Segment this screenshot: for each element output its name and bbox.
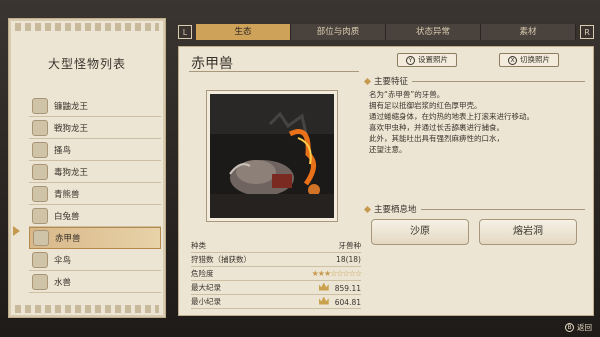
stat-value: 牙兽种 [338, 241, 362, 250]
description-line: 此外，其能吐出具有强烈麻痹性的口水， [369, 134, 504, 143]
monster-list-label: 搔鸟 [54, 145, 72, 156]
stat-value-wrap: 604.81 [318, 296, 361, 307]
habitat-title: 主要栖息地 [374, 205, 417, 215]
monster-list: 镰鼬龙王戦狗龙王搔鸟毒狗龙王青熊兽白兔兽赤甲兽伞鸟水兽 [29, 95, 161, 293]
monster-list-title: 大型怪物列表 [47, 57, 126, 71]
monster-icon [32, 273, 48, 290]
monster-list-item[interactable]: 戦狗龙王 [29, 117, 161, 139]
stat-label: 最大纪录 [191, 283, 221, 292]
monster-description: 名为“赤甲兽”的牙兽。拥有足以抵御岩浆的红色厚甲壳。通过蜷缩身体，在灼热的地表上… [369, 89, 584, 155]
stat-label: 狩猎数（捕获数） [191, 255, 251, 264]
y-button-icon: Y [406, 55, 415, 65]
monster-stats: 种类 牙兽种 狩猎数（捕获数） 18(18) 危险度 ★★★☆☆☆☆☆ 最大纪录… [191, 239, 362, 309]
monster-detail-panel: 赤甲兽 Y 设置照片 X 切换照片 种类 牙兽种 狩猎数（捕获数） 18(18)… [178, 46, 594, 316]
b-button-icon: B [565, 323, 574, 332]
monster-list-label: 白兔兽 [54, 211, 80, 222]
stat-row-max: 最大纪录 859.11 [191, 281, 361, 295]
habitat-button-sandy-plains[interactable]: 沙原 [371, 219, 469, 245]
tab-1[interactable]: 部位与肉质 [291, 24, 386, 40]
stat-row-danger: 危险度 ★★★☆☆☆☆☆ [191, 267, 362, 281]
monster-list-label: 伞鸟 [54, 255, 72, 266]
gold-crown-icon [318, 282, 329, 291]
monster-icon [32, 141, 48, 158]
divider [189, 71, 359, 72]
panel-decoration [15, 305, 159, 313]
monster-list-label: 水兽 [54, 277, 72, 288]
monster-list-label: 赤甲兽 [55, 234, 81, 244]
monster-icon [33, 230, 49, 246]
monster-list-item[interactable]: 赤甲兽 [29, 227, 161, 249]
monster-icon [32, 163, 48, 180]
danger-stars: ★★★☆☆☆☆☆ [311, 269, 362, 278]
stat-value: 18(18) [336, 255, 361, 264]
monster-icon [32, 119, 48, 136]
features-heading: 主要特征 [365, 75, 585, 87]
monster-list-panel: 大型怪物列表 镰鼬龙王戦狗龙王搔鸟毒狗龙王青熊兽白兔兽赤甲兽伞鸟水兽 [8, 18, 166, 318]
monster-list-label: 毒狗龙王 [54, 167, 89, 178]
back-button[interactable]: B 返回 [565, 322, 592, 333]
switch-photo-button[interactable]: X 切换照片 [499, 53, 559, 67]
stat-value: 604.81 [334, 297, 361, 307]
description-line: 还望注意。 [369, 145, 407, 154]
monster-list-label: 镰鼬龙王 [54, 101, 89, 112]
stat-label: 种类 [191, 241, 206, 250]
monster-list-item[interactable]: 白兔兽 [29, 205, 161, 227]
monster-illustration [210, 94, 334, 218]
features-title: 主要特征 [374, 77, 409, 87]
switch-photo-label: 切换照片 [520, 55, 550, 64]
description-line: 喜欢甲虫种，并通过长舌舔裹进行捕食。 [369, 123, 504, 132]
habitat-button-lava-caverns[interactable]: 熔岩洞 [479, 219, 577, 245]
tab-3[interactable]: 素材 [481, 24, 576, 40]
monster-photo [206, 90, 338, 222]
stat-row-type: 种类 牙兽种 [191, 239, 361, 253]
back-label: 返回 [577, 323, 592, 332]
stat-row-hunted: 狩猎数（捕获数） 18(18) [191, 253, 361, 267]
tabs: 生态 部位与肉质 状态异常 素材 [196, 24, 576, 40]
monster-list-item[interactable]: 水兽 [29, 271, 161, 293]
description-line: 通过蜷缩身体，在灼热的地表上打滚来进行移动。 [369, 112, 534, 121]
monster-list-item[interactable]: 搔鸟 [29, 139, 161, 161]
tab-2[interactable]: 状态异常 [386, 24, 481, 40]
monster-list-label: 青熊兽 [54, 189, 80, 200]
monster-list-item[interactable]: 青熊兽 [29, 183, 161, 205]
x-button-icon: X [508, 55, 517, 65]
l-shoulder-button-icon[interactable]: L [178, 25, 192, 39]
monster-list-item[interactable]: 镰鼬龙王 [29, 95, 161, 117]
stat-label: 危险度 [191, 269, 214, 278]
monster-icon [32, 185, 48, 202]
habitat-heading: 主要栖息地 [365, 203, 585, 215]
description-line: 名为“赤甲兽”的牙兽。 [369, 90, 445, 99]
monster-name: 赤甲兽 [191, 56, 233, 72]
monster-icon [32, 97, 48, 114]
monster-list-item[interactable]: 伞鸟 [29, 249, 161, 271]
stat-row-min: 最小纪录 604.81 [191, 295, 361, 309]
monster-list-label: 戦狗龙王 [54, 123, 89, 134]
mini-crown-icon [318, 296, 329, 305]
set-photo-label: 设置照片 [418, 55, 448, 64]
r-shoulder-button-icon[interactable]: R [580, 25, 594, 39]
tab-0[interactable]: 生态 [196, 24, 291, 40]
set-photo-button[interactable]: Y 设置照片 [397, 53, 457, 67]
monster-list-item[interactable]: 毒狗龙王 [29, 161, 161, 183]
stat-label: 最小纪录 [191, 297, 221, 306]
stat-value-wrap: 859.11 [318, 282, 361, 293]
tab-bar: L 生态 部位与肉质 状态异常 素材 R [178, 18, 594, 46]
panel-decoration [15, 23, 159, 31]
monster-icon [32, 207, 48, 224]
selection-arrow-icon [13, 226, 20, 236]
stat-value: 859.11 [334, 283, 361, 293]
monster-icon [32, 251, 48, 268]
description-line: 拥有足以抵御岩浆的红色厚甲壳。 [369, 101, 482, 110]
